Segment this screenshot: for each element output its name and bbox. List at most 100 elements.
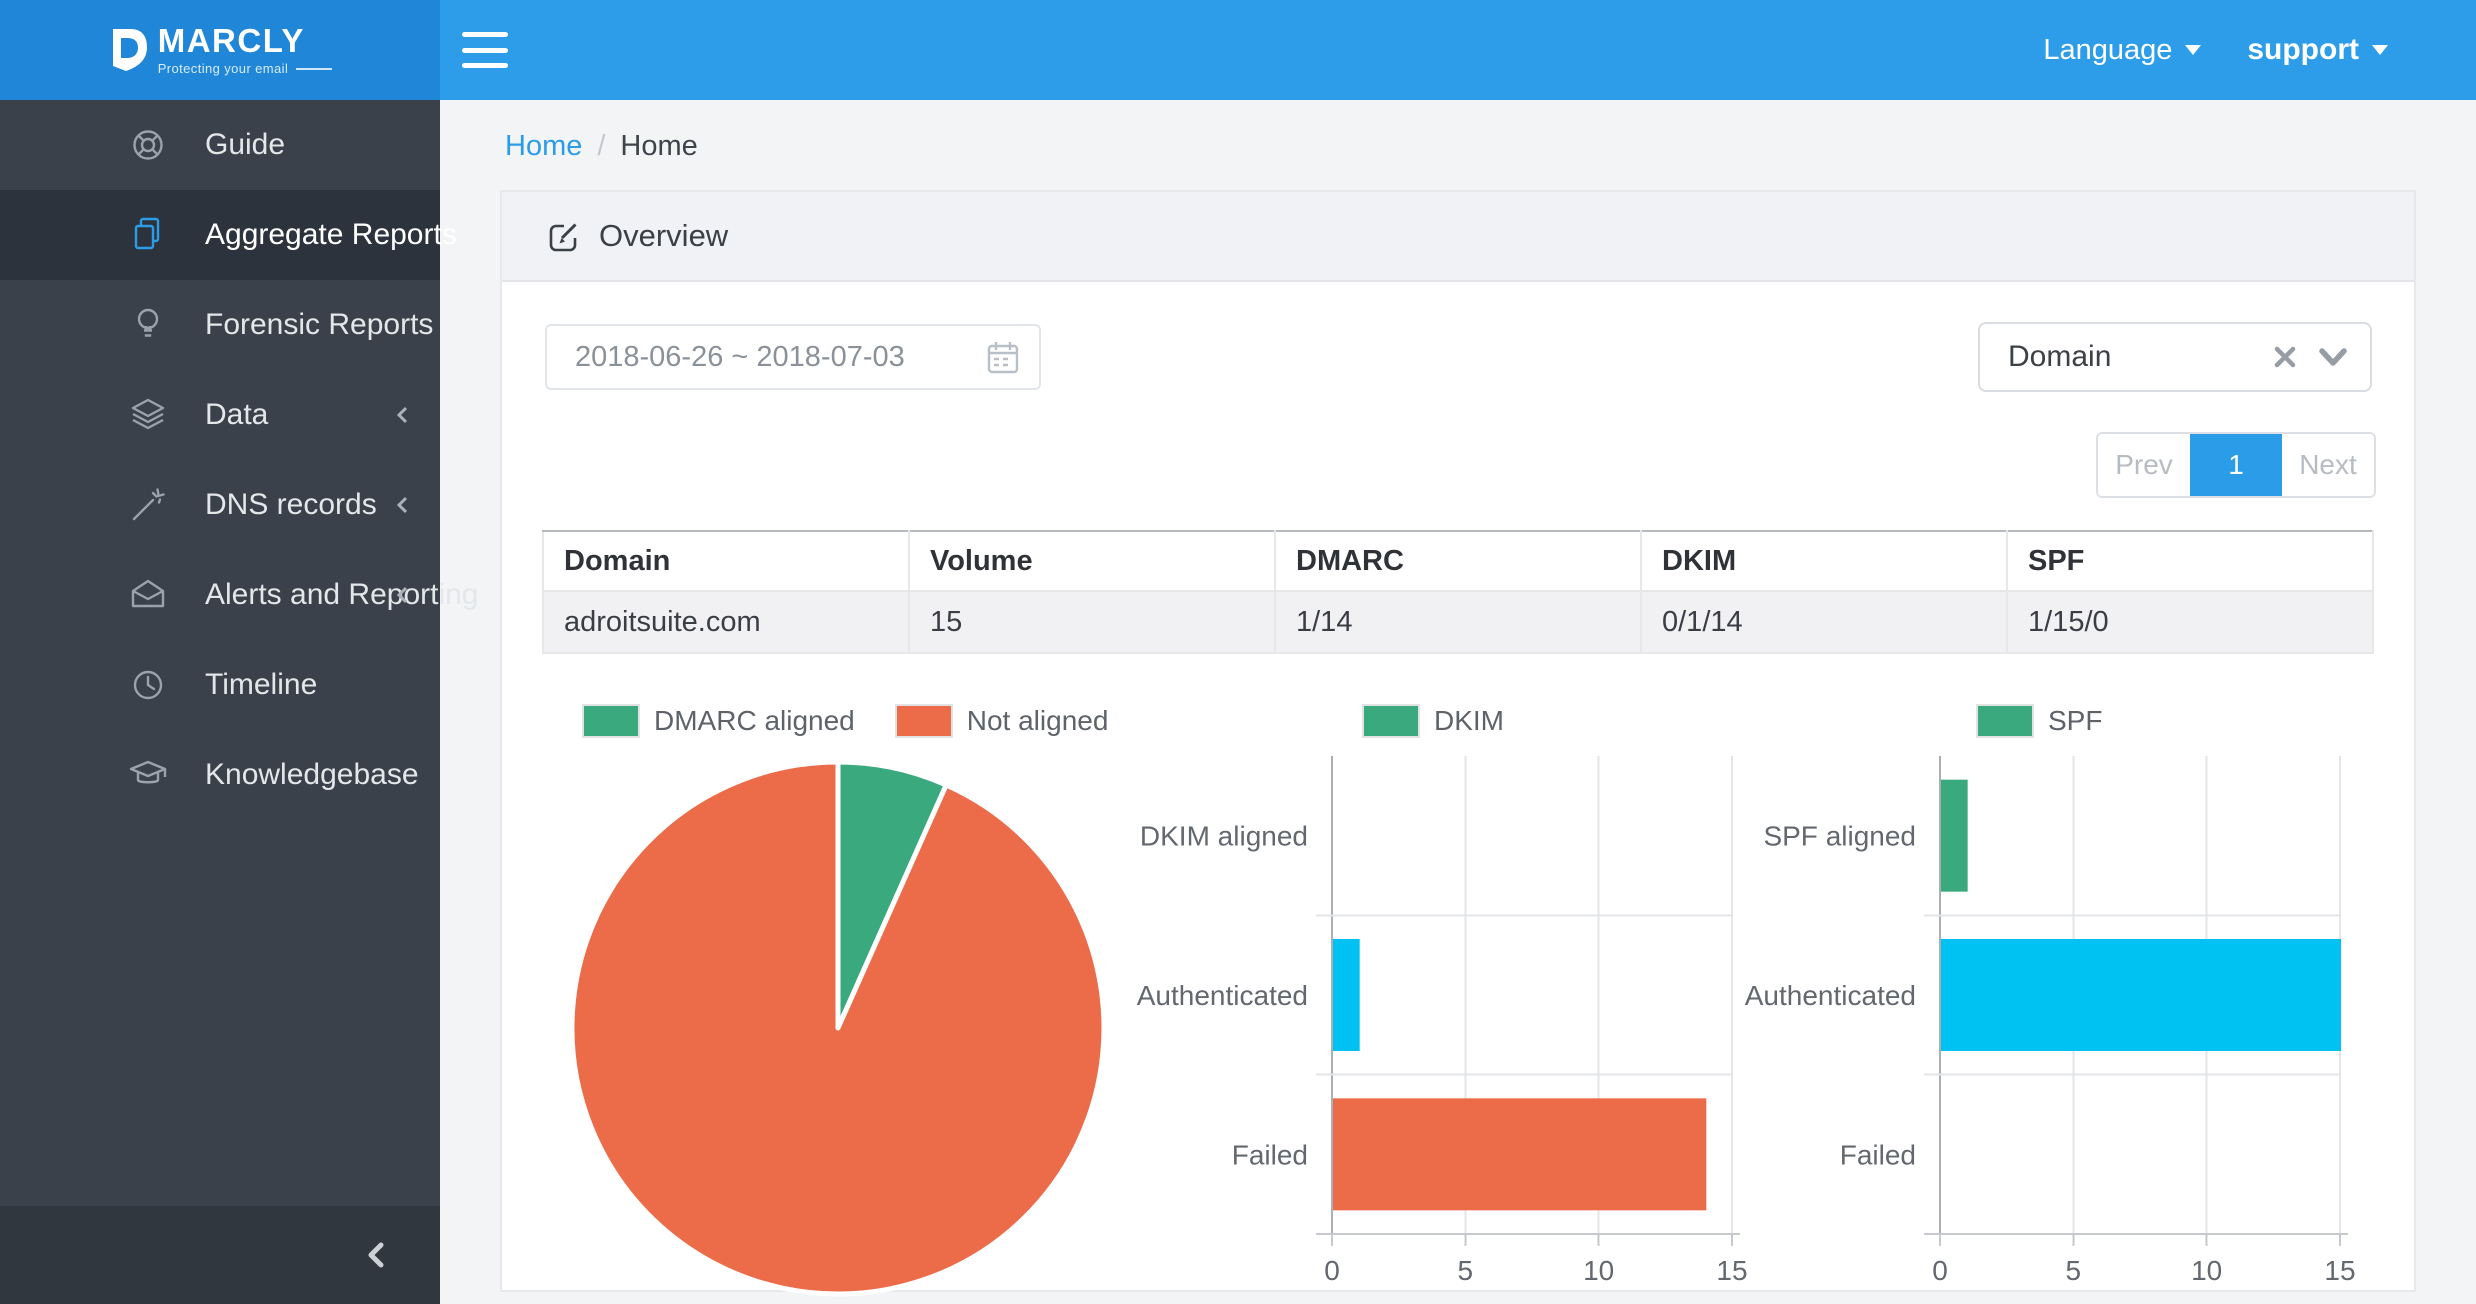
- svg-text:15: 15: [2324, 1255, 2355, 1286]
- column-header-domain: Domain: [543, 531, 909, 591]
- legend-item-dmarc-aligned[interactable]: DMARC aligned: [584, 705, 855, 737]
- domain-filter-select[interactable]: Domain: [1978, 322, 2372, 392]
- cell-dmarc: 1/14: [1275, 591, 1641, 653]
- overview-panel-header: Overview: [502, 192, 2414, 282]
- svg-text:Failed: Failed: [1840, 1139, 1916, 1170]
- brand-tagline: Protecting your email: [158, 61, 333, 76]
- legend-item-not-aligned[interactable]: Not aligned: [897, 705, 1109, 737]
- x-icon[interactable]: [2270, 342, 2300, 372]
- column-header-dkim: DKIM: [1641, 531, 2007, 591]
- cell-spf: 1/15/0: [2007, 591, 2373, 653]
- svg-text:0: 0: [1324, 1255, 1340, 1286]
- svg-text:Authenticated: Authenticated: [1745, 980, 1916, 1011]
- tagline-dash: [296, 68, 332, 70]
- dmarc-pie-chart: [556, 744, 1120, 1304]
- topbar-right: Language support: [2043, 0, 2388, 100]
- caret-down-icon: [2372, 45, 2388, 55]
- graduation-cap-icon: [126, 753, 170, 797]
- sidebar-item-label: Knowledgebase: [205, 758, 419, 792]
- hamburger-icon: [462, 32, 508, 37]
- sidebar-item-guide[interactable]: Guide: [0, 100, 440, 190]
- life-ring-icon: [126, 123, 170, 167]
- dkim-legend: DKIM: [1364, 704, 1504, 738]
- svg-text:DKIM aligned: DKIM aligned: [1140, 821, 1308, 852]
- topbar: MARCLY Protecting your email Language su…: [0, 0, 2476, 100]
- legend-swatch: [584, 706, 638, 736]
- legend-item-spf[interactable]: SPF: [1978, 705, 2102, 737]
- chevron-down-icon[interactable]: [2316, 343, 2350, 371]
- chevron-left-icon: [362, 1238, 392, 1277]
- next-page-button[interactable]: Next: [2282, 434, 2374, 496]
- dkim-bar-chart: 051015DKIM alignedAuthenticatedFailed: [1090, 748, 1770, 1304]
- column-header-volume: Volume: [909, 531, 1275, 591]
- magic-wand-icon: [126, 483, 170, 527]
- svg-text:Authenticated: Authenticated: [1137, 980, 1308, 1011]
- sidebar-item-label: DNS records: [205, 488, 377, 522]
- prev-page-button[interactable]: Prev: [2098, 434, 2190, 496]
- breadcrumb: Home / Home: [505, 130, 698, 163]
- mail-open-icon: [126, 573, 170, 617]
- language-label: Language: [2043, 34, 2172, 67]
- legend-label: SPF: [2048, 705, 2102, 737]
- chevron-left-icon: [392, 492, 414, 518]
- sidebar-item-knowledgebase[interactable]: Knowledgebase: [0, 730, 440, 820]
- brand-logo[interactable]: MARCLY Protecting your email: [0, 0, 440, 100]
- sidebar-item-aggregate-reports[interactable]: Aggregate Reports: [0, 190, 440, 280]
- column-header-spf: SPF: [2007, 531, 2373, 591]
- logo-text: MARCLY Protecting your email: [158, 24, 333, 76]
- legend-swatch: [1364, 706, 1418, 736]
- sidebar-item-label: Timeline: [205, 668, 317, 702]
- legend-swatch: [1978, 706, 2032, 736]
- sidebar-item-label: Aggregate Reports: [205, 218, 457, 252]
- sidebar-item-label: Alerts and Reporting: [205, 578, 479, 612]
- sidebar-item-forensic-reports[interactable]: Forensic Reports: [0, 280, 440, 370]
- legend-label: DKIM: [1434, 705, 1504, 737]
- domain-report-table: Domain Volume DMARC DKIM SPF adroitsuite…: [542, 530, 2374, 654]
- panel-title: Overview: [599, 218, 728, 254]
- sidebar-item-alerts-and-reporting[interactable]: Alerts and Reporting: [0, 550, 440, 640]
- clock-icon: [126, 663, 170, 707]
- lightbulb-icon: [126, 303, 170, 347]
- pagination: Prev 1 Next: [2096, 432, 2376, 498]
- date-range-input[interactable]: 2018-06-26 ~ 2018-07-03: [545, 324, 1041, 390]
- legend-label: DMARC aligned: [654, 705, 855, 737]
- table-row[interactable]: adroitsuite.com 15 1/14 0/1/14 1/15/0: [543, 591, 2373, 653]
- layers-icon: [126, 393, 170, 437]
- sidebar-collapse-button[interactable]: [0, 1206, 440, 1304]
- legend-label: Not aligned: [967, 705, 1109, 737]
- breadcrumb-home-link[interactable]: Home: [505, 130, 582, 163]
- spf-legend: SPF: [1978, 704, 2102, 738]
- sidebar-item-timeline[interactable]: Timeline: [0, 640, 440, 730]
- pie-legend: DMARC aligned Not aligned: [584, 704, 1108, 738]
- caret-down-icon: [2185, 45, 2201, 55]
- pencil-square-icon: [546, 218, 582, 254]
- spf-bar-chart: 051015SPF alignedAuthenticatedFailed: [1698, 748, 2378, 1304]
- user-label: support: [2247, 33, 2359, 67]
- column-header-dmarc: DMARC: [1275, 531, 1641, 591]
- legend-swatch: [897, 706, 951, 736]
- svg-text:10: 10: [1583, 1255, 1614, 1286]
- svg-text:0: 0: [1932, 1255, 1948, 1286]
- brand-name: MARCLY: [158, 24, 333, 57]
- language-menu[interactable]: Language: [2043, 34, 2201, 67]
- sidebar-item-data[interactable]: Data: [0, 370, 440, 460]
- legend-item-dkim[interactable]: DKIM: [1364, 705, 1504, 737]
- menu-toggle-button[interactable]: [462, 30, 512, 70]
- documents-icon: [126, 213, 170, 257]
- svg-text:5: 5: [1458, 1255, 1474, 1286]
- domain-filter-value: Domain: [2008, 340, 2111, 374]
- sidebar-item-label: Data: [205, 398, 268, 432]
- sidebar-item-dns-records[interactable]: DNS records: [0, 460, 440, 550]
- breadcrumb-current: Home: [620, 130, 697, 163]
- sidebar-item-label: Guide: [205, 128, 285, 162]
- current-page-button[interactable]: 1: [2190, 434, 2282, 496]
- shield-d-icon: [108, 26, 150, 74]
- cell-volume: 15: [909, 591, 1275, 653]
- brand-tagline-text: Protecting your email: [158, 61, 289, 76]
- svg-text:Failed: Failed: [1232, 1139, 1308, 1170]
- sidebar-item-label: Forensic Reports: [205, 308, 433, 342]
- user-menu[interactable]: support: [2247, 33, 2388, 67]
- dmarcly-dashboard: MARCLY Protecting your email Language su…: [0, 0, 2476, 1304]
- chevron-left-icon: [392, 402, 414, 428]
- date-range-value: 2018-06-26 ~ 2018-07-03: [575, 341, 905, 374]
